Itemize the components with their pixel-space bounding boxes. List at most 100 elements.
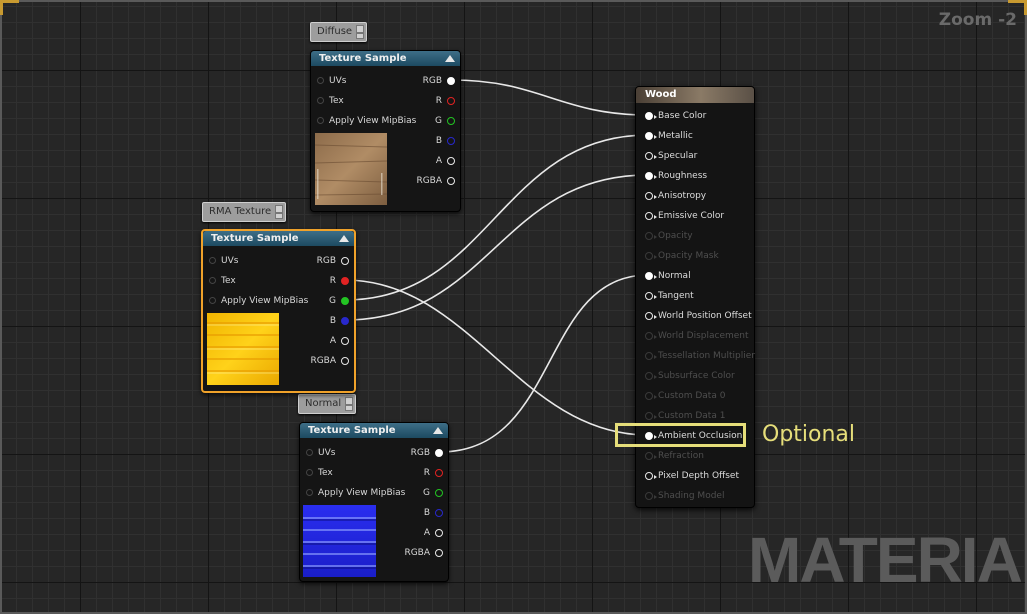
input-pin-apply-view-mipbias[interactable]: Apply View MipBias bbox=[315, 114, 416, 128]
pin-icon[interactable] bbox=[209, 277, 216, 284]
pin-icon[interactable] bbox=[317, 97, 324, 104]
pin-icon[interactable] bbox=[209, 297, 216, 304]
output-pin-r[interactable]: R bbox=[330, 274, 350, 288]
pin-icon[interactable] bbox=[645, 312, 657, 320]
pin-icon[interactable] bbox=[645, 212, 657, 220]
output-pin-b[interactable]: B bbox=[436, 134, 456, 148]
material-pin-emissive-color[interactable]: Emissive Color bbox=[644, 209, 724, 223]
output-pin-rgb[interactable]: RGB bbox=[423, 74, 456, 88]
collapse-comment-icon[interactable] bbox=[356, 33, 365, 39]
pin-comment-icon[interactable] bbox=[275, 205, 284, 213]
pin-icon[interactable] bbox=[306, 489, 313, 496]
input-pin-apply-view-mipbias[interactable]: Apply View MipBias bbox=[304, 486, 405, 500]
pin-icon[interactable] bbox=[435, 529, 443, 537]
input-pin-tex[interactable]: Tex bbox=[207, 274, 236, 288]
output-pin-b[interactable]: B bbox=[330, 314, 350, 328]
rma-thumbnail[interactable] bbox=[207, 313, 279, 385]
pin-icon bbox=[645, 252, 657, 260]
output-pin-a[interactable]: A bbox=[330, 334, 350, 348]
node-header[interactable]: Texture Sample bbox=[311, 51, 460, 66]
material-pin-specular[interactable]: Specular bbox=[644, 149, 697, 163]
pin-icon[interactable] bbox=[317, 117, 324, 124]
output-pin-a[interactable]: A bbox=[424, 526, 444, 540]
pin-icon[interactable] bbox=[447, 97, 455, 105]
pin-icon[interactable] bbox=[341, 257, 349, 265]
input-pin-tex[interactable]: Tex bbox=[315, 94, 344, 108]
pin-icon[interactable] bbox=[435, 469, 443, 477]
pin-icon[interactable] bbox=[317, 77, 324, 84]
output-pin-g[interactable]: G bbox=[423, 486, 444, 500]
pin-icon[interactable] bbox=[447, 137, 455, 145]
texture-sample-node-diffuse[interactable]: Texture Sample UVs Tex Apply View MipBia… bbox=[310, 50, 461, 212]
material-pin-roughness[interactable]: Roughness bbox=[644, 169, 707, 183]
material-node-header[interactable]: Wood bbox=[636, 87, 754, 103]
output-pin-a[interactable]: A bbox=[436, 154, 456, 168]
collapse-comment-icon[interactable] bbox=[275, 213, 284, 219]
normal-map-thumbnail[interactable] bbox=[303, 505, 376, 577]
pin-icon[interactable] bbox=[435, 549, 443, 557]
pin-icon[interactable] bbox=[645, 192, 657, 200]
collapse-triangle-icon[interactable] bbox=[339, 235, 349, 242]
texture-sample-node-normal[interactable]: Texture Sample UVs Tex Apply View MipBia… bbox=[299, 422, 449, 582]
input-pin-tex[interactable]: Tex bbox=[304, 466, 333, 480]
node-comment-diffuse[interactable]: Diffuse bbox=[310, 22, 368, 42]
pin-icon[interactable] bbox=[341, 337, 349, 345]
pin-icon[interactable] bbox=[435, 509, 443, 517]
output-pin-rgb[interactable]: RGB bbox=[317, 254, 350, 268]
pin-icon[interactable] bbox=[645, 172, 657, 180]
output-pin-b[interactable]: B bbox=[424, 506, 444, 520]
pin-icon[interactable] bbox=[306, 449, 313, 456]
output-pin-rgba[interactable]: RGBA bbox=[416, 174, 456, 188]
pin-icon[interactable] bbox=[341, 277, 349, 285]
pin-icon[interactable] bbox=[447, 77, 455, 85]
pin-icon[interactable] bbox=[435, 489, 443, 497]
pin-icon[interactable] bbox=[447, 117, 455, 125]
pin-icon[interactable] bbox=[341, 317, 349, 325]
pin-icon[interactable] bbox=[645, 472, 657, 480]
material-pin-base-color[interactable]: Base Color bbox=[644, 109, 706, 123]
pin-label: Apply View MipBias bbox=[318, 488, 406, 498]
pin-comment-icon[interactable] bbox=[356, 25, 365, 33]
output-pin-g[interactable]: G bbox=[435, 114, 456, 128]
material-pin-normal[interactable]: Normal bbox=[644, 269, 691, 283]
collapse-comment-icon[interactable] bbox=[345, 405, 354, 411]
material-pin-tangent[interactable]: Tangent bbox=[644, 289, 694, 303]
collapse-triangle-icon[interactable] bbox=[445, 55, 455, 62]
collapse-triangle-icon[interactable] bbox=[433, 427, 443, 434]
pin-icon[interactable] bbox=[447, 177, 455, 185]
input-pin-uvs[interactable]: UVs bbox=[304, 446, 335, 460]
output-pin-r[interactable]: R bbox=[424, 466, 444, 480]
pin-icon[interactable] bbox=[341, 297, 349, 305]
material-pin-world-position-offset[interactable]: World Position Offset bbox=[644, 309, 752, 323]
material-pin-pixel-depth-offset[interactable]: Pixel Depth Offset bbox=[644, 469, 739, 483]
input-pin-uvs[interactable]: UVs bbox=[207, 254, 238, 268]
output-pin-rgb[interactable]: RGB bbox=[411, 446, 444, 460]
pin-icon[interactable] bbox=[645, 112, 657, 120]
output-pin-r[interactable]: R bbox=[436, 94, 456, 108]
wood-diffuse-thumbnail[interactable] bbox=[315, 133, 387, 205]
pin-icon[interactable] bbox=[645, 292, 657, 300]
pin-icon[interactable] bbox=[645, 152, 657, 160]
pin-icon[interactable] bbox=[341, 357, 349, 365]
input-pin-apply-view-mipbias[interactable]: Apply View MipBias bbox=[207, 294, 308, 308]
node-header[interactable]: Texture Sample bbox=[203, 231, 354, 246]
pin-icon[interactable] bbox=[306, 469, 313, 476]
texture-sample-node-rma[interactable]: Texture Sample UVs Tex Apply View MipBia… bbox=[201, 229, 356, 393]
pin-icon[interactable] bbox=[645, 132, 657, 140]
node-comment-rma[interactable]: RMA Texture bbox=[202, 202, 287, 222]
pin-icon[interactable] bbox=[645, 272, 657, 280]
pin-comment-icon[interactable] bbox=[345, 397, 354, 405]
input-pin-uvs[interactable]: UVs bbox=[315, 74, 346, 88]
node-comment-normal[interactable]: Normal bbox=[298, 394, 357, 414]
pin-icon[interactable] bbox=[447, 157, 455, 165]
pin-label: Anisotropy bbox=[658, 191, 707, 201]
material-pin-metallic[interactable]: Metallic bbox=[644, 129, 693, 143]
pin-icon[interactable] bbox=[209, 257, 216, 264]
output-pin-g[interactable]: G bbox=[329, 294, 350, 308]
output-pin-rgba[interactable]: RGBA bbox=[404, 546, 444, 560]
output-pin-rgba[interactable]: RGBA bbox=[310, 354, 350, 368]
pin-icon[interactable] bbox=[435, 449, 443, 457]
material-pin-anisotropy[interactable]: Anisotropy bbox=[644, 189, 706, 203]
node-header[interactable]: Texture Sample bbox=[300, 423, 448, 438]
pin-label: A bbox=[423, 528, 430, 538]
